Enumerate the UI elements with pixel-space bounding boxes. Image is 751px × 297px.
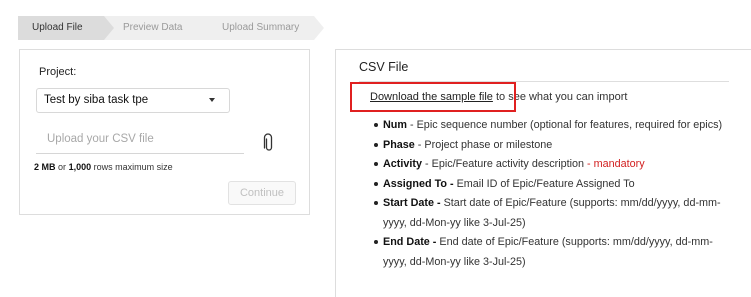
- project-label: Project:: [39, 66, 77, 78]
- chevron-down-icon: [209, 98, 215, 102]
- field-name: Assigned To -: [383, 177, 454, 190]
- step-upload-summary[interactable]: Upload Summary: [202, 16, 324, 40]
- csv-upload-placeholder: Upload your CSV file: [47, 133, 154, 145]
- size-limit-suffix: rows maximum size: [93, 162, 173, 172]
- list-item: Phase - Project phase or milestone: [374, 136, 728, 156]
- field-sep: -: [422, 158, 432, 170]
- field-desc: Epic sequence number (optional for featu…: [416, 119, 723, 131]
- field-name: Phase: [383, 138, 415, 151]
- field-mandatory: - mandatory: [584, 158, 645, 170]
- field-desc: Project phase or milestone: [424, 138, 553, 151]
- field-desc: Epic/Feature activity description: [431, 158, 585, 170]
- upload-form-panel: Project: Test by siba task tpe Upload yo…: [19, 49, 310, 215]
- field-name: End Date -: [383, 236, 437, 248]
- paperclip-icon[interactable]: [263, 133, 275, 153]
- size-limit-or: or: [58, 162, 67, 172]
- field-name: Activity: [383, 158, 423, 170]
- project-select-value: Test by siba task tpe: [44, 94, 149, 106]
- step-preview-data[interactable]: Preview Data: [104, 16, 214, 40]
- field-name: Start Date -: [383, 197, 441, 209]
- continue-button[interactable]: Continue: [228, 181, 296, 205]
- csv-info-panel: CSV File Download the sample file to see…: [335, 49, 751, 297]
- list-item: Assigned To - Email ID of Epic/Feature A…: [374, 175, 728, 195]
- list-item: Activity - Epic/Feature activity descrip…: [374, 155, 728, 175]
- size-limit-mb: 2 MB: [34, 162, 56, 172]
- highlight-annotation-box: [350, 82, 516, 112]
- csv-upload-input[interactable]: Upload your CSV file: [36, 128, 244, 154]
- list-item: Num - Epic sequence number (optional for…: [374, 116, 728, 136]
- field-sep: -: [414, 138, 425, 151]
- list-item: End Date - End date of Epic/Feature (sup…: [374, 233, 728, 272]
- step-upload-file[interactable]: Upload File: [18, 16, 118, 40]
- field-desc: Email ID of Epic/Feature Assigned To: [456, 177, 635, 190]
- file-size-limit: 2 MB or 1,000 rows maximum size: [34, 162, 173, 172]
- field-name: Num: [383, 119, 407, 131]
- project-select[interactable]: Test by siba task tpe: [36, 88, 230, 113]
- size-limit-rows: 1,000: [68, 162, 92, 172]
- field-sep: -: [407, 119, 417, 131]
- csv-field-list: Num - Epic sequence number (optional for…: [374, 116, 728, 272]
- csv-file-title: CSV File: [359, 60, 409, 74]
- list-item: Start Date - Start date of Epic/Feature …: [374, 194, 728, 233]
